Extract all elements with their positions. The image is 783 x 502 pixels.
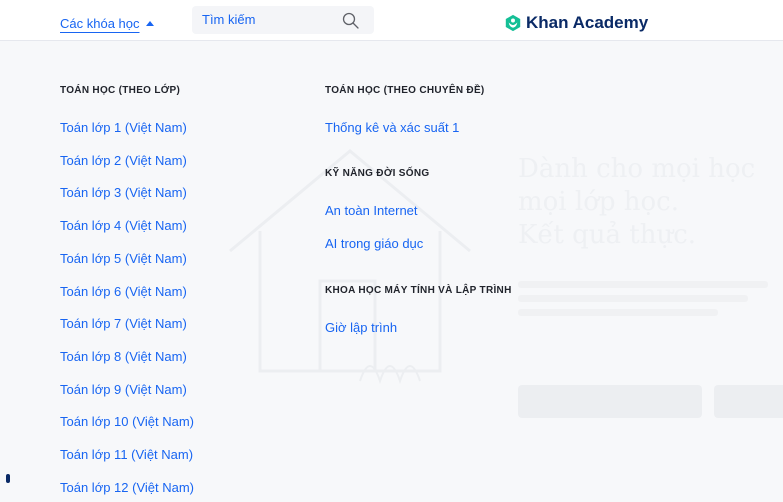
section-heading-math-by-topic: TOÁN HỌC (THEO CHUYÊN ĐỀ) <box>325 85 485 96</box>
caret-up-icon <box>145 21 154 26</box>
logo-text: Khan Academy <box>526 13 649 32</box>
course-link-grade-4[interactable]: Toán lớp 4 (Việt Nam) <box>60 218 187 233</box>
course-link-statistics-probability[interactable]: Thống kê và xác suất 1 <box>325 120 459 135</box>
courses-dropdown: TOÁN HỌC (THEO LỚP) Toán lớp 1 (Việt Nam… <box>0 41 783 502</box>
courses-menu-button[interactable]: Các khóa học <box>60 16 154 31</box>
course-link-grade-7[interactable]: Toán lớp 7 (Việt Nam) <box>60 316 187 331</box>
course-link-ai-in-education[interactable]: AI trong giáo dục <box>325 236 423 251</box>
edge-marker <box>6 474 10 483</box>
course-link-grade-3[interactable]: Toán lớp 3 (Việt Nam) <box>60 185 187 200</box>
course-link-grade-10[interactable]: Toán lớp 10 (Việt Nam) <box>60 414 194 429</box>
course-link-grade-12[interactable]: Toán lớp 12 (Việt Nam) <box>60 480 194 495</box>
khan-academy-logo[interactable]: Khan Academy <box>504 13 648 33</box>
search-box <box>192 6 374 34</box>
course-link-hour-of-code[interactable]: Giờ lập trình <box>325 320 397 335</box>
course-link-grade-6[interactable]: Toán lớp 6 (Việt Nam) <box>60 284 187 299</box>
section-heading-computing: KHOA HỌC MÁY TÍNH VÀ LẬP TRÌNH <box>325 285 512 296</box>
course-link-internet-safety[interactable]: An toàn Internet <box>325 203 418 218</box>
course-link-grade-11[interactable]: Toán lớp 11 (Việt Nam) <box>60 447 193 462</box>
search-icon[interactable] <box>342 12 359 29</box>
search-input[interactable] <box>202 10 322 28</box>
course-link-grade-2[interactable]: Toán lớp 2 (Việt Nam) <box>60 153 187 168</box>
courses-menu-label: Các khóa học <box>60 16 140 31</box>
section-heading-math-by-grade: TOÁN HỌC (THEO LỚP) <box>60 85 181 96</box>
course-link-grade-8[interactable]: Toán lớp 8 (Việt Nam) <box>60 349 187 364</box>
course-link-grade-1[interactable]: Toán lớp 1 (Việt Nam) <box>60 120 187 135</box>
khan-academy-logo-icon <box>505 14 521 32</box>
top-nav: Các khóa học Khan Academy <box>0 0 783 41</box>
course-link-grade-9[interactable]: Toán lớp 9 (Việt Nam) <box>60 382 187 397</box>
section-heading-life-skills: KỸ NĂNG ĐỜI SỐNG <box>325 168 430 179</box>
course-link-grade-5[interactable]: Toán lớp 5 (Việt Nam) <box>60 251 187 266</box>
